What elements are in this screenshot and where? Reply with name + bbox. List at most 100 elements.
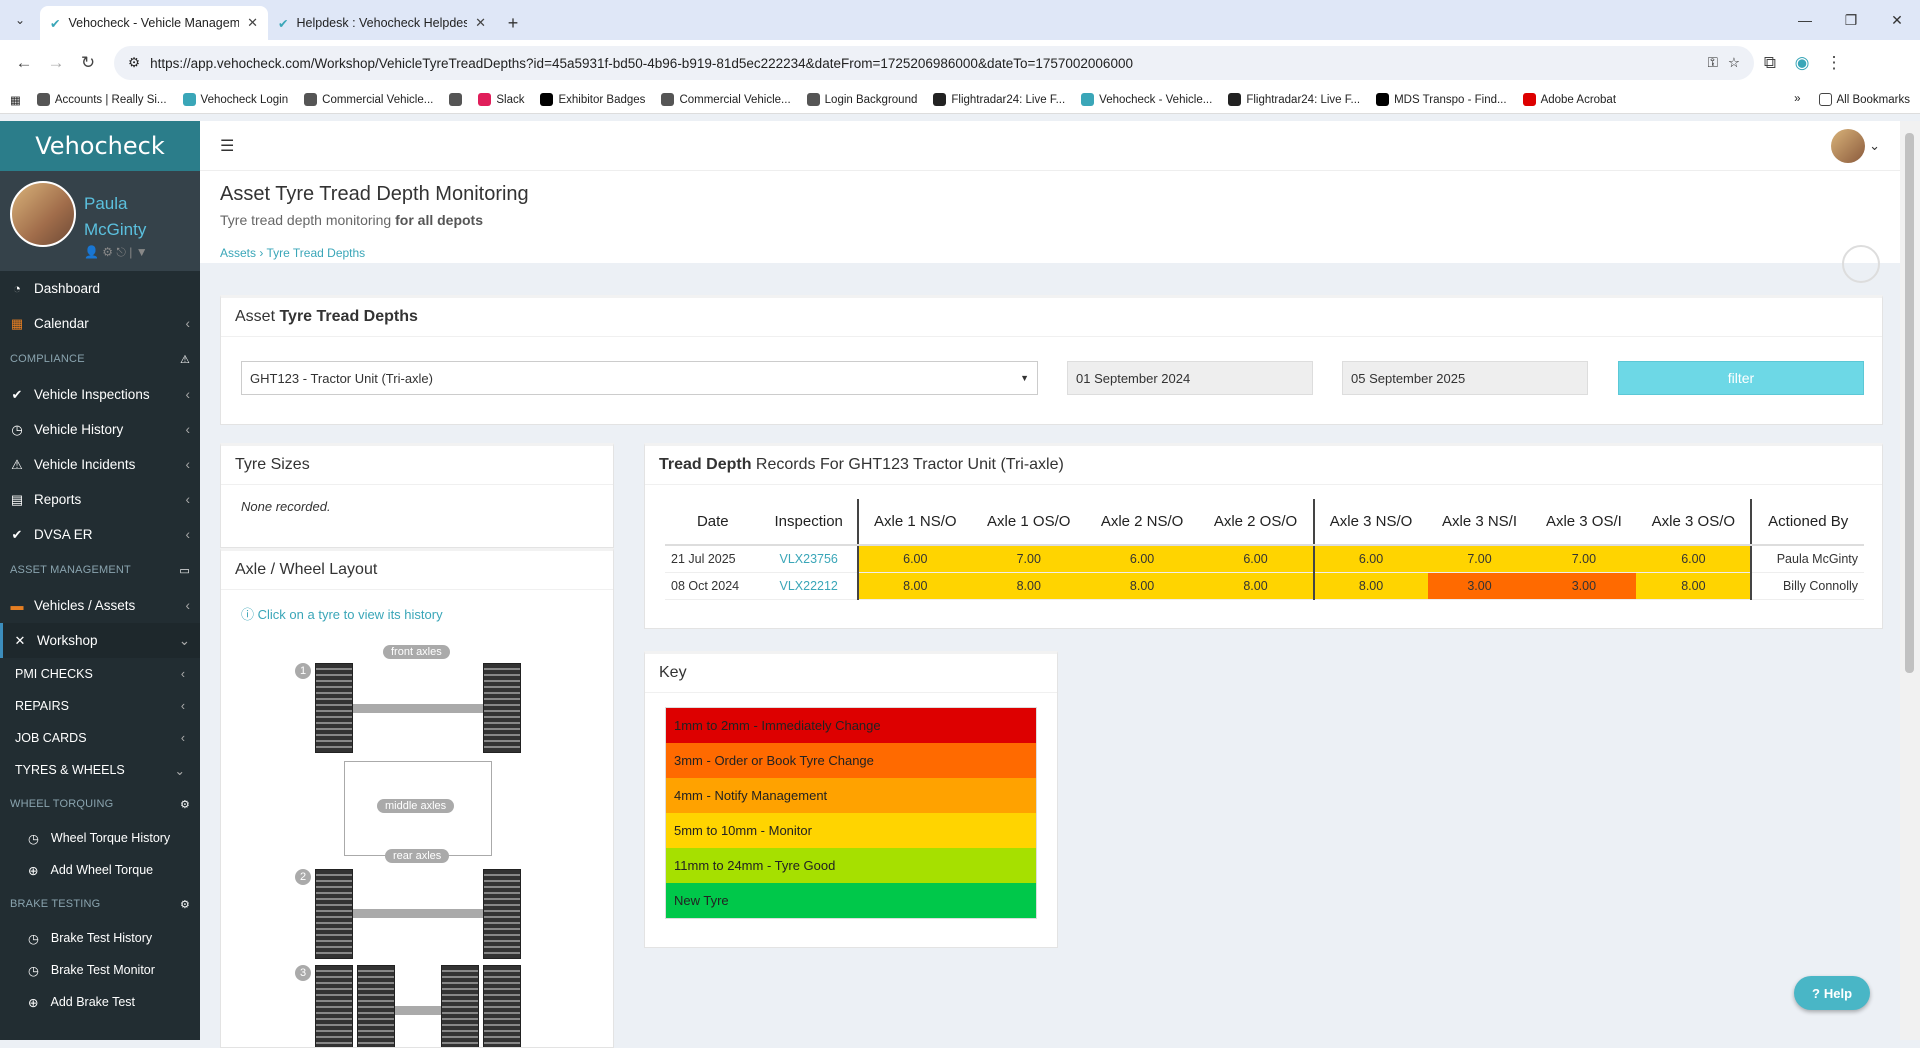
bookmark[interactable]: MDS Transpo - Find... — [1376, 93, 1507, 106]
vehocheck-ext-icon[interactable]: ◉ — [1786, 53, 1818, 73]
user-icon[interactable]: 👤 — [84, 245, 99, 259]
sidebar-item-repairs[interactable]: REPAIRS ‹ — [0, 690, 200, 722]
sidebar-item-vehicle-incidents[interactable]: ⚠ Vehicle Incidents ‹ — [0, 447, 200, 482]
tyre-axle3-ns-outer[interactable] — [315, 965, 353, 1047]
bookmark[interactable]: Commercial Vehicle... — [661, 93, 791, 106]
filter-button[interactable]: filter — [1618, 361, 1864, 395]
tyre-axle1-os[interactable] — [483, 663, 521, 753]
sidebar-item-add-brake-test[interactable]: ⊕ Add Brake Test — [0, 986, 200, 1018]
extensions-icon[interactable]: ⧉ — [1754, 53, 1786, 73]
tyre-axle2-ns[interactable] — [315, 869, 353, 959]
close-window-icon[interactable]: ✕ — [1874, 12, 1920, 29]
bookmark[interactable] — [449, 93, 463, 106]
gear-icon[interactable]: ⚙ — [102, 245, 113, 259]
url-field[interactable]: ⚙ https://app.vehocheck.com/Workshop/Vehi… — [114, 46, 1754, 80]
gear-icon[interactable]: ⚙ — [180, 798, 190, 811]
warning-icon: ⚠ — [11, 456, 23, 472]
tyre-axle1-ns[interactable] — [315, 663, 353, 753]
gear-icon[interactable]: ⚙ — [180, 898, 190, 911]
sidebar-item-reports[interactable]: ▤ Reports ‹ — [0, 482, 200, 517]
tread-depth-cell: 8.00 — [971, 572, 1086, 600]
none-recorded: None recorded. — [241, 499, 331, 514]
sidebar-item-vehicles-assets[interactable]: ▬ Vehicles / Assets ‹ — [0, 588, 200, 623]
user-panel: Paula McGinty 👤 ⚙ ⎋ | ▼ — [0, 171, 200, 271]
history-icon: ◷ — [28, 831, 39, 846]
forward-icon[interactable]: → — [40, 53, 72, 73]
all-bookmarks[interactable]: All Bookmarks — [1818, 93, 1910, 106]
sidebar-item-brake-test-monitor[interactable]: ◷ Brake Test Monitor — [0, 954, 200, 986]
avatar[interactable] — [1831, 128, 1866, 163]
sidebar-item-tyres-wheels[interactable]: TYRES & WHEELS ⌄ — [0, 754, 200, 786]
bookmark[interactable]: Exhibitor Badges — [540, 93, 645, 106]
more-bookmarks-icon[interactable]: » — [1794, 93, 1800, 106]
back-icon[interactable]: ← — [8, 53, 40, 73]
tyre-axle3-ns-inner[interactable] — [357, 965, 395, 1047]
help-icon: ? — [1811, 985, 1820, 1001]
sidebar-item-brake-test-history[interactable]: ◷ Brake Test History — [0, 922, 200, 954]
inspection-link[interactable]: VLX23756 — [760, 545, 858, 573]
sidebar-item-add-wheel-torque[interactable]: ⊕ Add Wheel Torque — [0, 854, 200, 886]
help-button[interactable]: ? Help — [1794, 976, 1870, 1010]
sidebar-item-dvsa-er[interactable]: ✔ DVSA ER ‹ — [0, 517, 200, 552]
sidebar-item-dashboard[interactable]: ◔ Dashboard — [0, 271, 200, 306]
user-last-name: McGinty — [84, 220, 147, 239]
hamburger-menu-icon[interactable]: ☰ — [220, 136, 234, 156]
column-header: Axle 3 OS/O — [1636, 499, 1752, 546]
sidebar-item-workshop[interactable]: ✕ Workshop ⌄ — [0, 623, 200, 658]
restore-icon[interactable]: ❐ — [1828, 12, 1874, 29]
dashboard-icon: ◔ — [13, 281, 21, 296]
menu-dots-icon[interactable]: ⋮ — [1818, 53, 1850, 73]
column-header: Axle 1 NS/O — [856, 499, 972, 546]
check-icon: ✔ — [11, 386, 23, 402]
axle-bar — [353, 909, 483, 918]
tyre-axle3-os-outer[interactable] — [483, 965, 521, 1047]
actioned-by-cell: Billy Connolly — [1750, 572, 1864, 600]
check-icon: ✔ — [11, 526, 23, 542]
sidebar-item-calendar[interactable]: ▦ Calendar ‹ — [0, 306, 200, 341]
scrollbar[interactable] — [1900, 121, 1920, 1040]
axle-number: 3 — [295, 965, 311, 981]
bookmark-star-icon[interactable]: ☆ — [1728, 55, 1740, 71]
site-info-icon[interactable]: ⚙ — [128, 55, 140, 71]
filter-icon[interactable]: ▼ — [136, 245, 148, 259]
sidebar-item-job-cards[interactable]: JOB CARDS ‹ — [0, 722, 200, 754]
chevron-down-icon[interactable]: ⌄ — [1869, 138, 1880, 154]
bookmark[interactable]: Vehocheck Login — [182, 93, 288, 106]
date-to-input[interactable]: 05 September 2025 — [1342, 361, 1588, 395]
sidebar-item-vehicle-inspections[interactable]: ✔ Vehicle Inspections ‹ — [0, 377, 200, 412]
bookmark[interactable]: Accounts | Really Si... — [36, 93, 167, 106]
date-from-input[interactable]: 01 September 2024 — [1067, 361, 1313, 395]
apps-icon[interactable]: ▦ — [10, 93, 21, 107]
password-key-icon[interactable]: ⚿ — [1708, 55, 1718, 71]
section-compliance: COMPLIANCE ⚠ — [10, 353, 190, 366]
bookmark[interactable]: Vehocheck - Vehicle... — [1081, 93, 1212, 106]
bookmark[interactable]: Adobe Acrobat — [1522, 93, 1616, 106]
sidebar-item-pmi-checks[interactable]: PMI CHECKS ‹ — [0, 658, 200, 690]
tab-search-icon[interactable]: ⌄ — [0, 0, 40, 40]
sidebar-item-vehicle-history[interactable]: ◷ Vehicle History ‹ — [0, 412, 200, 447]
browser-tabbar: ⌄ ✔ Vehocheck - Vehicle Manageme ✕ ✔ Helpde… — [0, 0, 1920, 40]
avatar[interactable] — [10, 181, 76, 247]
bookmark[interactable]: Flightradar24: Live F... — [933, 93, 1065, 106]
tab-helpdesk[interactable]: ✔ Helpdesk : Vehocheck Helpdesk ✕ — [268, 6, 496, 40]
minimize-icon[interactable]: — — [1782, 12, 1828, 28]
tread-depth-cell: 8.00 — [1198, 572, 1314, 600]
reload-icon[interactable]: ↻ — [72, 53, 104, 73]
key-item: New Tyre — [666, 883, 1036, 918]
axle-bar — [395, 1006, 441, 1015]
tab-vehocheck[interactable]: ✔ Vehocheck - Vehicle Manageme ✕ — [40, 6, 268, 40]
history-icon: ◷ — [28, 931, 39, 946]
bookmark[interactable]: Slack — [478, 93, 524, 106]
sidebar-item-wheel-torque-history[interactable]: ◷ Wheel Torque History — [0, 822, 200, 854]
asset-select[interactable]: GHT123 - Tractor Unit (Tri-axle) ▼ — [241, 361, 1038, 395]
bookmark[interactable]: Login Background — [806, 93, 917, 106]
close-icon[interactable]: ✕ — [247, 15, 258, 31]
bookmark[interactable]: Flightradar24: Live F... — [1228, 93, 1360, 106]
logout-icon[interactable]: ⎋ — [116, 245, 126, 259]
tyre-axle3-os-inner[interactable] — [441, 965, 479, 1047]
close-icon[interactable]: ✕ — [475, 15, 486, 31]
new-tab-button[interactable]: + — [496, 6, 530, 40]
inspection-link[interactable]: VLX22212 — [760, 572, 858, 600]
bookmark[interactable]: Commercial Vehicle... — [304, 93, 433, 106]
tyre-axle2-os[interactable] — [483, 869, 521, 959]
